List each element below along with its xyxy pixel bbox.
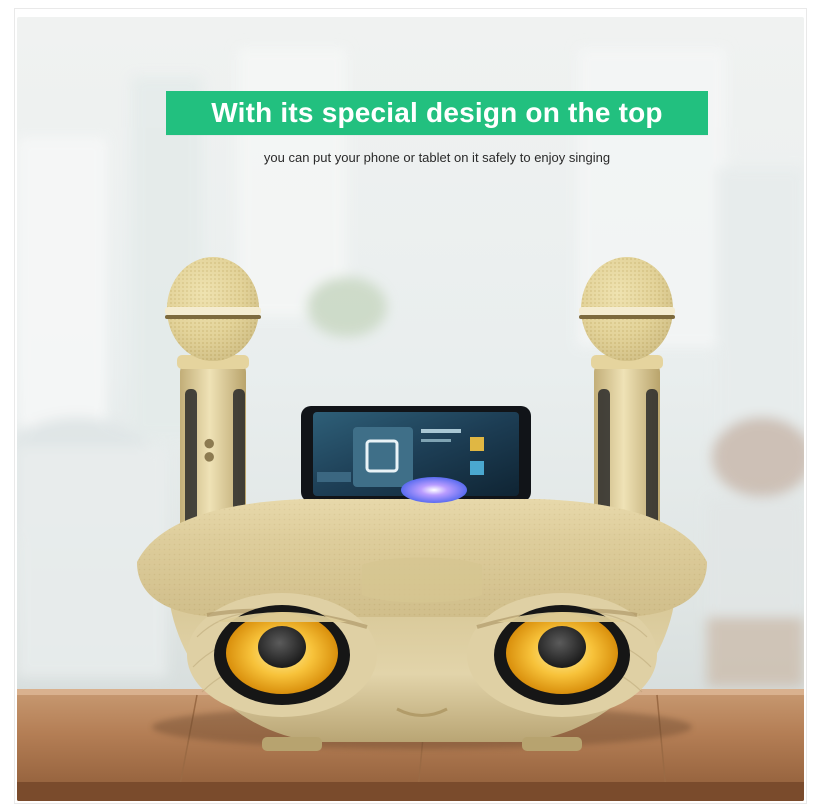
right-speaker-driver — [494, 605, 630, 705]
product-photo: ●● With its special design on the top yo… — [17, 17, 804, 801]
headline-text: With its special design on the top — [211, 97, 663, 128]
headline-banner: With its special design on the top — [166, 91, 708, 135]
led-light — [401, 477, 467, 503]
left-speaker-driver — [214, 605, 350, 705]
svg-text:●●: ●● — [198, 437, 223, 464]
subline-text: you can put your phone or tablet on it s… — [263, 150, 611, 165]
product-image-frame: ●● With its special design on the top yo… — [14, 8, 807, 804]
